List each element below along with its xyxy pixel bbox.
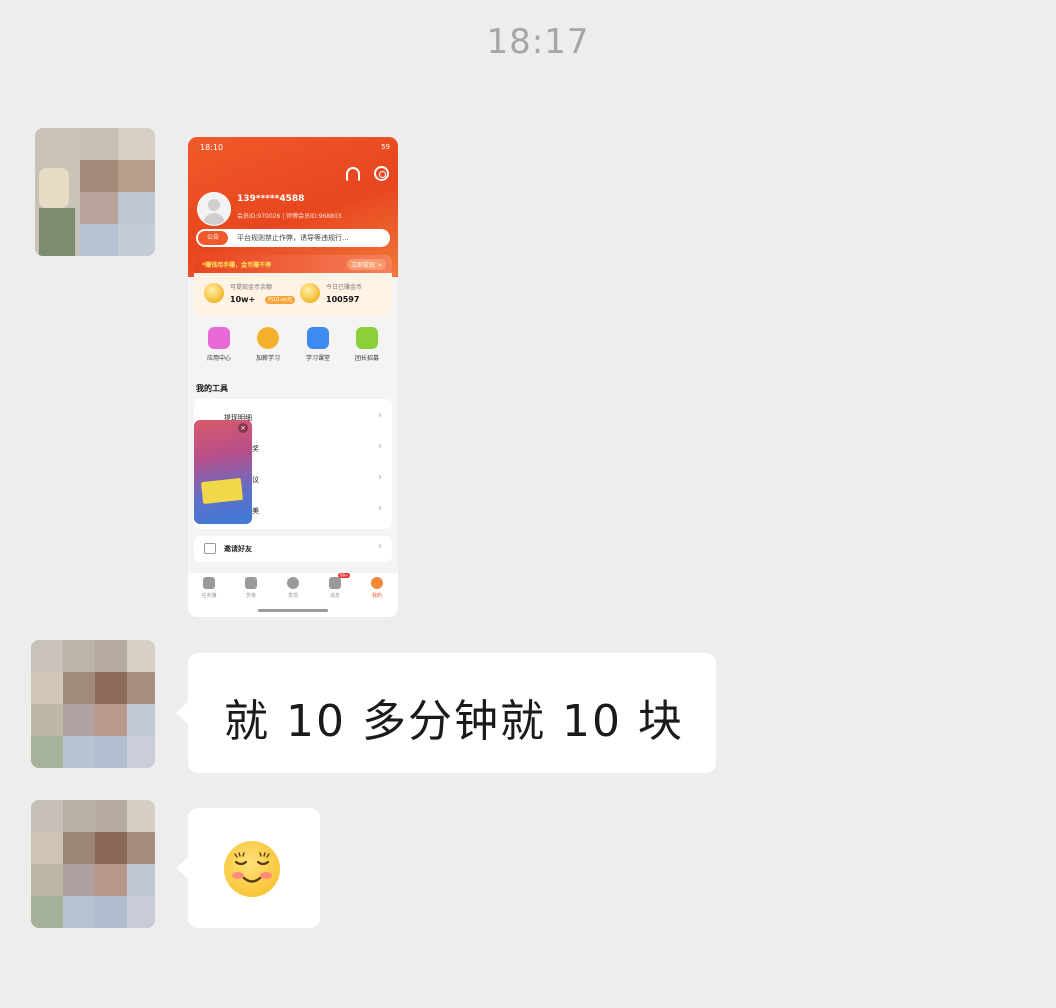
tool-label: 议 <box>252 476 259 484</box>
tools-title: 我的工具 <box>196 384 228 393</box>
coupon-icon <box>245 577 257 589</box>
balance-badge: 约10.xx元 <box>265 296 295 304</box>
member-ids: 会员ID:970026 | 师傅会员ID:968803 <box>237 213 342 220</box>
tab-label: 赏卷 <box>245 593 256 599</box>
balance-label: 可提现金币余额 <box>230 284 273 291</box>
tasks-icon <box>203 577 215 589</box>
coin-bag-icon <box>204 283 224 303</box>
recruit-icon <box>356 327 378 349</box>
user-avatar <box>197 192 231 226</box>
invite-row: 邀请好友 › <box>194 536 392 562</box>
profile-icon <box>371 577 383 589</box>
shared-app-screenshot[interactable]: 18:10 59 139*****4588 会员ID:970026 | 师傅会员… <box>188 137 398 617</box>
blushing-smile-emoji-icon <box>224 841 280 897</box>
chevron-right-icon: › <box>378 503 382 514</box>
quick-action-label: 学习课堂 <box>305 355 330 362</box>
tool-label: 美 <box>252 507 259 515</box>
quick-action-label: 应用中心 <box>206 355 231 362</box>
message-badge: 99+ <box>338 573 351 578</box>
chevron-right-icon: › <box>378 441 382 452</box>
floating-video-thumbnail: × <box>194 420 252 524</box>
message-bubble[interactable]: 就 10 多分钟就 10 块 <box>176 653 716 773</box>
tab-mine: 我的 <box>356 577 398 599</box>
notice-text: 平台规则禁止作弊，诱导等违规行... <box>237 234 349 242</box>
earnings-banner-text: *赚钱用手赚，金币赚不停 <box>202 262 272 269</box>
emoji-face-icon <box>234 852 270 883</box>
tab-discover: 发现 <box>272 577 314 599</box>
today-value: 100597 <box>326 295 360 304</box>
tab-tasks: 任务赚 <box>188 577 230 599</box>
status-battery: 59 <box>381 143 390 151</box>
tab-label: 发现 <box>287 593 298 599</box>
settings-icon <box>374 166 389 181</box>
withdraw-pill: 立即提现 > <box>347 259 386 270</box>
app-center-icon <box>208 327 230 349</box>
tab-messages: 99+ 消息 <box>314 573 356 599</box>
coin-stack-icon <box>300 283 320 303</box>
quick-action-study: 加薪学习 <box>243 327 293 362</box>
tab-label: 消息 <box>329 593 340 599</box>
tool-label: 奖 <box>252 445 259 453</box>
contact-avatar[interactable] <box>35 128 155 256</box>
message-bubble[interactable] <box>176 808 320 928</box>
chat-timestamp: 18:17 <box>486 22 590 62</box>
message-text: 就 10 多分钟就 10 块 <box>224 696 684 747</box>
quick-action-recruit: 团长招募 <box>342 327 392 362</box>
notice-tag: 公告 <box>198 231 228 245</box>
headset-icon <box>346 167 360 181</box>
earnings-card: *赚钱用手赚，金币赚不停 立即提现 > 可提现金币余额 10w+ 约10.xx元… <box>194 255 392 317</box>
bell-icon <box>329 577 341 589</box>
tab-label: 我的 <box>371 593 382 599</box>
chevron-right-icon: › <box>378 472 382 483</box>
chevron-right-icon: › <box>378 541 382 552</box>
gift-icon <box>204 543 216 554</box>
tab-label: 任务赚 <box>201 593 217 599</box>
today-label: 今日已赚金币 <box>326 284 363 291</box>
quick-action-label: 团长招募 <box>354 355 379 362</box>
compass-icon <box>287 577 299 589</box>
notice-bar: 公告 平台规则禁止作弊，诱导等违规行... <box>196 229 390 247</box>
quick-action-label: 加薪学习 <box>255 355 280 362</box>
contact-avatar[interactable] <box>31 800 155 928</box>
chevron-right-icon: › <box>378 410 382 421</box>
video-product-box <box>200 477 244 505</box>
user-phone: 139*****4588 <box>237 194 305 204</box>
close-icon: × <box>238 423 248 433</box>
blush-right <box>260 872 272 879</box>
classroom-icon <box>307 327 329 349</box>
status-time: 18:10 <box>200 143 224 152</box>
blush-left <box>232 872 244 879</box>
tab-coupons: 赏卷 <box>230 577 272 599</box>
contact-avatar[interactable] <box>31 640 155 768</box>
balance-value: 10w+ <box>230 295 256 304</box>
invite-label: 邀请好友 <box>224 545 252 553</box>
quick-action-classroom: 学习课堂 <box>293 327 343 362</box>
quick-action-app-center: 应用中心 <box>194 327 244 362</box>
home-indicator <box>258 609 328 612</box>
study-icon <box>257 327 279 349</box>
quick-actions: 应用中心 加薪学习 学习课堂 团长招募 <box>188 327 398 369</box>
